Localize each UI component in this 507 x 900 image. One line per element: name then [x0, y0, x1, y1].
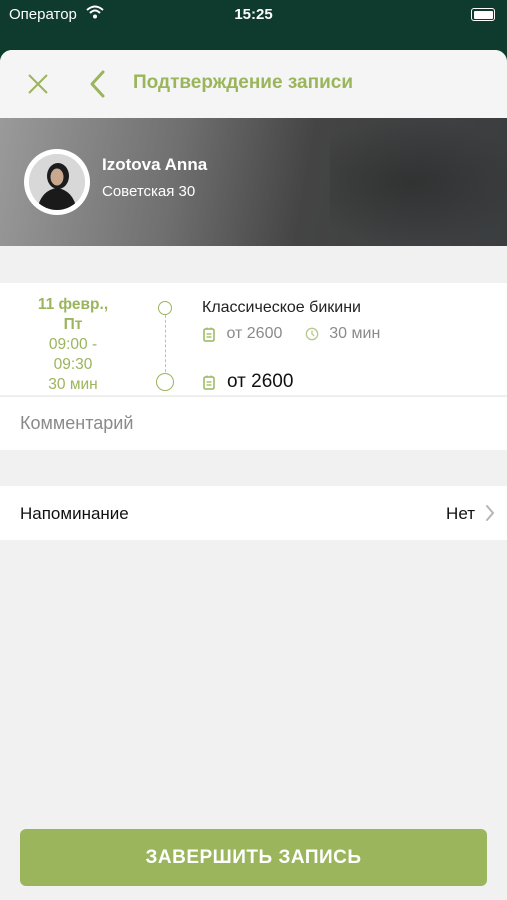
timeline-node — [158, 301, 172, 315]
close-icon[interactable] — [24, 70, 52, 98]
timeline-connector — [165, 305, 166, 377]
price-tag-icon — [203, 375, 215, 390]
specialist-name: Izotova Anna — [102, 155, 208, 174]
service-meta: от 2600 30 мин — [202, 325, 380, 345]
appointment-day: Пт — [63, 316, 83, 333]
reminder-row[interactable]: Напоминание Нет — [0, 486, 507, 540]
comment-row — [0, 396, 507, 450]
appointment-time-start: 09:00 - — [48, 336, 98, 353]
specialist-address: Советская 30 — [102, 183, 196, 200]
status-bar: Оператор 15:25 — [0, 0, 507, 32]
timeline-node-total — [156, 373, 174, 391]
submit-booking-button[interactable]: ЗАВЕРШИТЬ ЗАПИСЬ — [20, 829, 487, 886]
confirmation-sheet: Подтверждение записи Izotova Anna Советс… — [0, 50, 507, 900]
page-title: Подтверждение записи — [133, 72, 353, 93]
comment-input[interactable] — [20, 397, 490, 450]
service-name: Классическое бикини — [202, 299, 361, 316]
clock-icon — [305, 327, 319, 341]
battery-icon — [471, 8, 495, 21]
person-photo-icon — [29, 154, 85, 210]
service-price: от 2600 — [226, 325, 283, 342]
reminder-label: Напоминание — [20, 504, 129, 523]
clock-time: 15:25 — [234, 6, 273, 23]
appointment-date: 11 февр., — [37, 296, 109, 313]
total-price: от 2600 — [227, 371, 294, 392]
service-card: 11 февр., Пт 09:00 - 09:30 30 мин Класси… — [0, 283, 507, 395]
nav-bar: Подтверждение записи — [0, 50, 507, 118]
price-tag-icon — [203, 327, 215, 342]
specialist-header: Izotova Anna Советская 30 — [0, 118, 507, 246]
reminder-value: Нет — [446, 504, 475, 523]
appointment-time-end: 09:30 — [53, 356, 93, 373]
avatar — [24, 149, 90, 215]
chevron-left-icon[interactable] — [86, 68, 108, 100]
chevron-right-icon — [486, 505, 495, 521]
appointment-duration: 30 мин — [48, 376, 98, 393]
appointment-datetime: 11 февр., Пт 09:00 - 09:30 30 мин — [20, 295, 126, 395]
service-duration: 30 мин — [329, 325, 381, 342]
